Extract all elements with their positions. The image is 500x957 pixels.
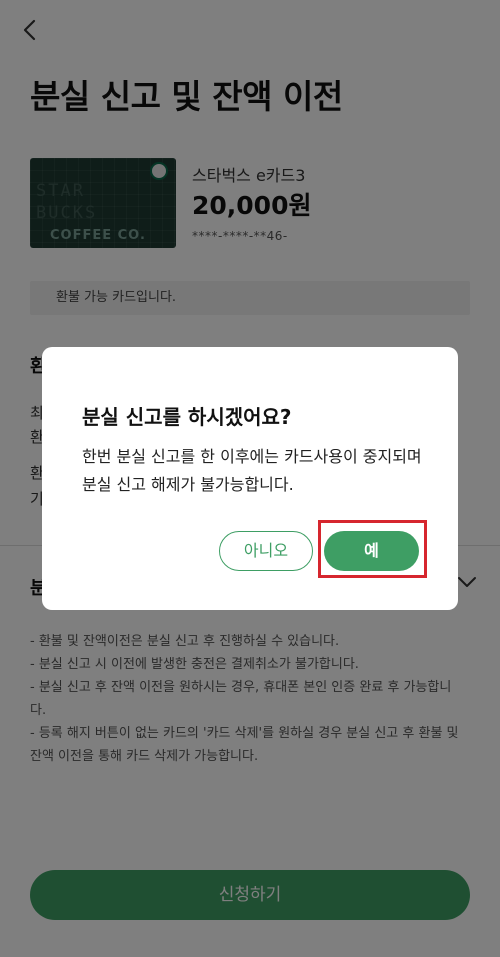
no-button[interactable]: 아니오 — [219, 531, 313, 571]
confirm-dialog: 분실 신고를 하시겠어요? 한번 분실 신고를 한 이후에는 카드사용이 중지되… — [42, 347, 458, 610]
highlight-box — [318, 520, 427, 578]
dialog-title: 분실 신고를 하시겠어요? — [82, 405, 292, 429]
dialog-message: 한번 분실 신고를 한 이후에는 카드사용이 중지되며 분실 신고 해제가 불가… — [82, 447, 422, 494]
page: 분실 신고 및 잔액 이전 STARBUCKS COFFEE CO. 스타벅스 … — [0, 0, 500, 957]
